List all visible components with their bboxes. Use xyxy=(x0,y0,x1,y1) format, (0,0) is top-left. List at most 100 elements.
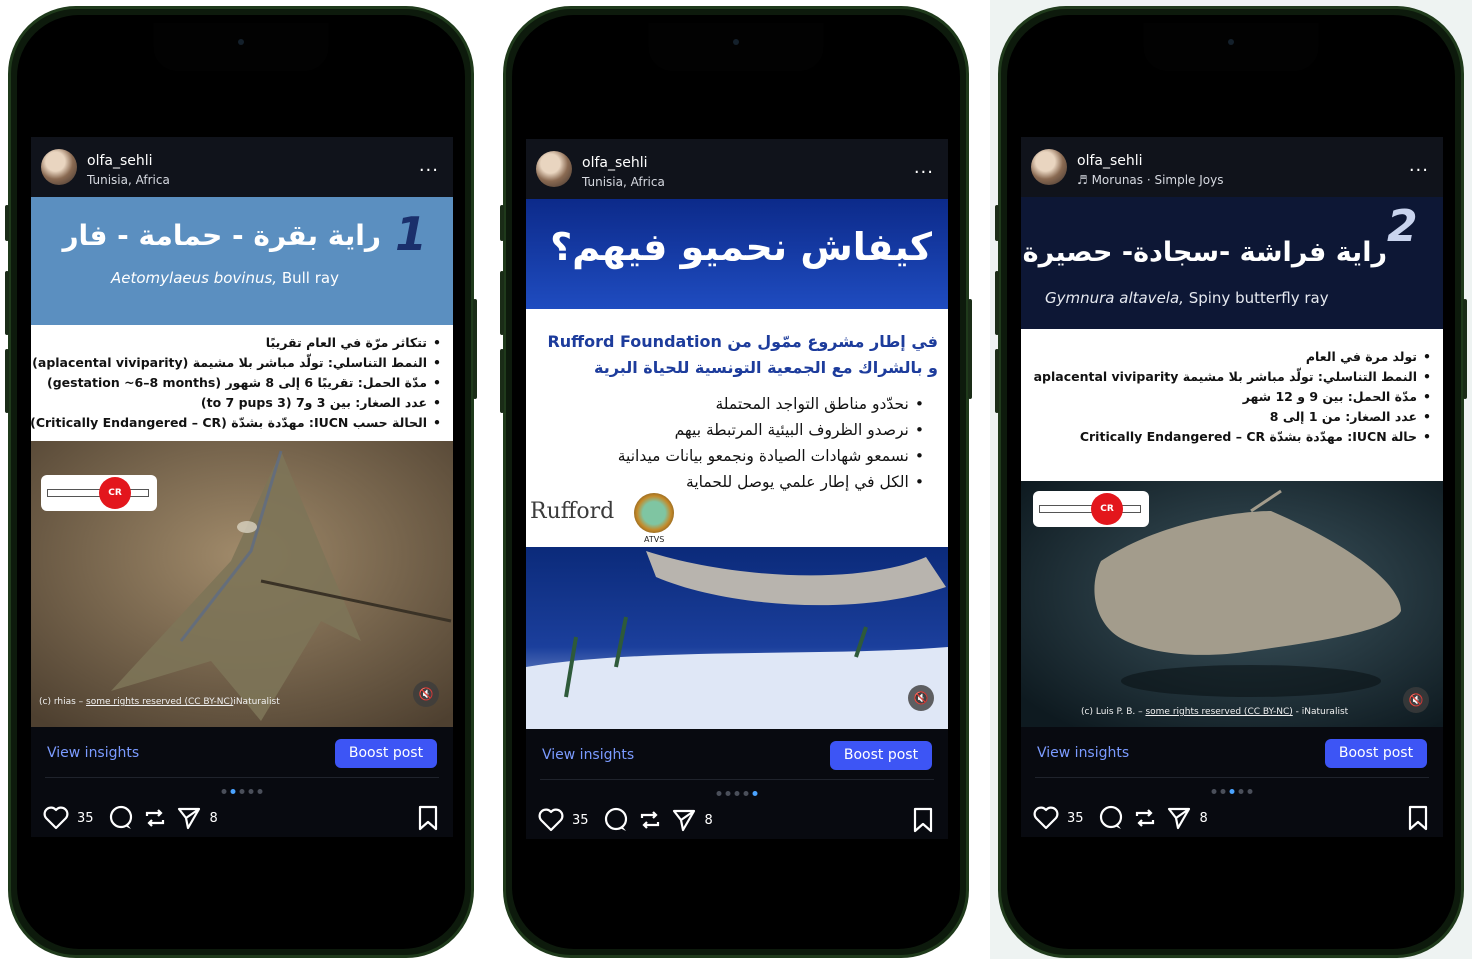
avatar[interactable] xyxy=(536,151,572,187)
engagement-bar: 35 8 xyxy=(1033,803,1214,833)
pager-dot-active xyxy=(230,789,236,794)
cr-badge: CR xyxy=(1091,493,1123,525)
username[interactable]: olfa_sehli xyxy=(1077,153,1143,169)
repost-icon[interactable] xyxy=(142,805,168,831)
view-insights-link[interactable]: View insights xyxy=(47,745,139,761)
boost-post-button[interactable]: Boost post xyxy=(1325,739,1427,768)
like-count[interactable]: 35 xyxy=(1067,811,1084,826)
avatar[interactable] xyxy=(1031,149,1067,185)
fact-item: عدد الصغار: من 1 إلى 8 xyxy=(1021,407,1431,427)
post-location[interactable]: Tunisia, Africa xyxy=(87,173,170,187)
more-icon[interactable]: ... xyxy=(419,155,439,176)
heart-icon[interactable] xyxy=(1033,806,1059,830)
username[interactable]: olfa_sehli xyxy=(582,155,648,171)
audio-track-label: Morunas · Simple Joys xyxy=(1091,173,1224,187)
bookmark-icon[interactable] xyxy=(1407,805,1429,831)
pager-dot xyxy=(1238,789,1244,794)
bullet-item: نحدّدو مناطق التواجد المحتملة xyxy=(526,391,924,417)
pager-dot xyxy=(248,789,254,794)
species-title-arabic: راية فراشة -سجادة- حصيرة xyxy=(1022,237,1387,268)
boost-post-button[interactable]: Boost post xyxy=(830,741,932,770)
iucn-status-scale: CR xyxy=(1033,491,1149,527)
like-count[interactable]: 35 xyxy=(572,813,589,828)
credit-link[interactable]: some rights reserved (CC BY-NC) xyxy=(1145,707,1292,717)
bookmark-icon[interactable] xyxy=(912,807,934,833)
credit-source: - iNaturalist xyxy=(1295,707,1349,717)
credit-link[interactable]: some rights reserved (CC BY-NC) xyxy=(86,697,233,707)
music-note-icon: ♬ xyxy=(1077,173,1092,187)
scientific-name: Aetomylaeus bovinus, xyxy=(111,269,278,287)
post-location[interactable]: Tunisia, Africa xyxy=(582,175,665,189)
send-icon[interactable] xyxy=(671,807,697,833)
title-band: كيفاش نحميو فيهم؟ xyxy=(526,199,948,309)
instagram-post-screen: olfa_sehli Tunisia, Africa ... 1 راية بق… xyxy=(31,137,453,837)
carousel-slide[interactable]: 1 راية بقرة - حمامة - فار Aetomylaeus bo… xyxy=(31,197,453,727)
bookmark-icon[interactable] xyxy=(417,805,439,831)
carousel-slide[interactable]: 2 راية فراشة -سجادة- حصيرة Gymnura altav… xyxy=(1021,197,1443,727)
common-name: Spiny butterfly ray xyxy=(1188,289,1329,307)
heart-icon[interactable] xyxy=(538,808,564,832)
engagement-bar: 35 8 xyxy=(43,803,224,833)
view-insights-link[interactable]: View insights xyxy=(1037,745,1129,761)
repost-icon[interactable] xyxy=(1132,805,1158,831)
pager-dot xyxy=(743,791,749,796)
camera-dot xyxy=(238,39,244,45)
mute-icon[interactable]: 🔇 xyxy=(1403,687,1429,713)
phone-mockup-2: olfa_sehli Tunisia, Africa ... كيفاش نحم… xyxy=(500,6,972,958)
like-count[interactable]: 35 xyxy=(77,811,94,826)
view-insights-link[interactable]: View insights xyxy=(542,747,634,763)
ray-photo: CR (c) rhias – some rights reserved (CC … xyxy=(31,441,453,727)
fact-item: الحالة حسب IUCN: مهدّدة بشدّة (Criticall… xyxy=(31,413,441,433)
boost-post-button[interactable]: Boost post xyxy=(335,739,437,768)
send-icon[interactable] xyxy=(176,805,202,831)
username[interactable]: olfa_sehli xyxy=(87,153,153,169)
notch xyxy=(153,23,329,71)
send-icon[interactable] xyxy=(1166,805,1192,831)
comment-icon[interactable] xyxy=(108,805,134,831)
pager-dot-active xyxy=(752,791,758,796)
divider xyxy=(1035,777,1429,778)
mute-icon[interactable]: 🔇 xyxy=(908,685,934,711)
share-count[interactable]: 8 xyxy=(705,813,713,828)
divider xyxy=(45,777,439,778)
facts-box: تولد مرة في العام النمط التناسلي: تولّد … xyxy=(1021,329,1443,481)
facts-box: تتكاثر مرّة في العام تقريبًا النمط التنا… xyxy=(31,325,453,441)
mute-icon[interactable]: 🔇 xyxy=(413,681,439,707)
carousel-slide[interactable]: كيفاش نحميو فيهم؟ في إطار مشروع ممّول من… xyxy=(526,199,948,729)
more-icon[interactable]: ... xyxy=(1409,155,1429,176)
post-header: olfa_sehli Tunisia, Africa ... xyxy=(31,137,453,197)
pager-dot xyxy=(221,789,227,794)
pager-dot xyxy=(1247,789,1253,794)
more-icon[interactable]: ... xyxy=(914,157,934,178)
photo-credit: (c) Luis P. B. – some rights reserved (C… xyxy=(1081,707,1348,717)
fact-item: مدّة الحمل: تقريبًا 6 إلى 8 شهور (gestat… xyxy=(31,373,441,393)
avatar[interactable] xyxy=(41,149,77,185)
camera-dot xyxy=(733,39,739,45)
heart-icon[interactable] xyxy=(43,806,69,830)
atvs-logo: ATVS xyxy=(644,535,665,544)
engagement-bar: 35 8 xyxy=(538,805,719,835)
repost-icon[interactable] xyxy=(637,807,663,833)
photo-credit: (c) rhias – some rights reserved (CC BY-… xyxy=(39,697,280,707)
scientific-name: Gymnura altavela, xyxy=(1045,289,1184,307)
fact-item: حالة IUCN: مهدّدة بشدّة Critically Endan… xyxy=(1021,427,1431,447)
notch xyxy=(1143,23,1319,71)
post-actions: View insights Boost post 35 8 xyxy=(1021,727,1443,837)
audio-track[interactable]: ♬ Morunas · Simple Joys xyxy=(1077,173,1224,187)
comment-icon[interactable] xyxy=(603,807,629,833)
bullet-item: نرصدو الظروف البيئية المرتبطة بيهم xyxy=(526,417,924,443)
phone-mockup-1: olfa_sehli Tunisia, Africa ... 1 راية بق… xyxy=(5,6,477,958)
comment-icon[interactable] xyxy=(1098,805,1124,831)
share-count[interactable]: 8 xyxy=(210,811,218,826)
pager-dot xyxy=(1211,789,1217,794)
pager-dot xyxy=(1220,789,1226,794)
credit-source: iNaturalist xyxy=(233,697,280,707)
fact-item: عدد الصغار: بين 3 و7 (3 to 7 pups) xyxy=(31,393,441,413)
notch xyxy=(648,23,824,71)
fact-item: تولد مرة في العام xyxy=(1021,347,1431,367)
post-header: olfa_sehli ♬ Morunas · Simple Joys ... xyxy=(1021,137,1443,197)
share-count[interactable]: 8 xyxy=(1200,811,1208,826)
post-actions: View insights Boost post 35 8 xyxy=(526,729,948,839)
project-box: في إطار مشروع ممّول من Rufford Foundatio… xyxy=(526,309,948,547)
atvs-logo-mark xyxy=(634,493,674,533)
